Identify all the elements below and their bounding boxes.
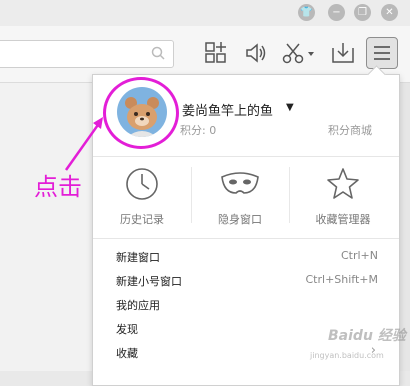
maximize-button[interactable]: ❐	[354, 4, 371, 21]
incognito-label: 隐身窗口	[218, 213, 262, 226]
menu-item-label: 新建小号窗口	[116, 275, 182, 288]
divider	[191, 167, 192, 223]
account-caret-icon[interactable]: ▼	[286, 102, 294, 113]
mask-icon	[221, 172, 259, 194]
points-label: 积分: 0	[180, 124, 217, 137]
download-icon[interactable]	[330, 40, 356, 66]
divider	[93, 238, 399, 239]
search-icon[interactable]	[151, 46, 165, 60]
menu-item-label: 新建窗口	[116, 251, 160, 264]
bookmark-manager-label: 收藏管理器	[315, 213, 371, 226]
watermark-url: jingyan.baidu.com	[310, 351, 384, 360]
annotation-label: 点击	[34, 173, 82, 201]
menu-item-label: 收藏	[116, 347, 138, 360]
speaker-icon[interactable]	[243, 40, 269, 66]
incognito-button[interactable]: 隐身窗口	[195, 167, 285, 227]
bookmark-manager-button[interactable]: 收藏管理器	[291, 167, 395, 227]
hamburger-icon	[374, 46, 390, 60]
history-button[interactable]: 历史记录	[97, 167, 187, 227]
menu-item-new-window[interactable]: 新建窗口 Ctrl+N	[116, 249, 378, 267]
close-button[interactable]: ✕	[381, 4, 398, 21]
main-menu-button[interactable]	[366, 37, 398, 69]
avatar-highlight-ring	[103, 77, 179, 149]
baidu-watermark: Baidu 经验 jingyan.baidu.com	[300, 325, 410, 371]
clock-icon	[126, 168, 158, 200]
menu-item-shortcut: Ctrl+N	[340, 249, 378, 262]
divider	[93, 156, 399, 157]
menu-item-new-alt-account-window[interactable]: 新建小号窗口 Ctrl+Shift+M	[116, 273, 378, 291]
star-icon	[327, 168, 359, 199]
history-label: 历史记录	[120, 213, 164, 226]
menu-item-label: 发现	[116, 323, 138, 336]
menu-item-label: 我的应用	[116, 299, 160, 312]
minimize-button[interactable]: −	[328, 4, 345, 21]
apps-grid-icon[interactable]	[203, 40, 229, 66]
watermark-name: Baidu 经验	[328, 328, 406, 344]
scissors-icon[interactable]	[281, 40, 317, 66]
annotation-arrow	[64, 117, 103, 171]
divider	[289, 167, 290, 223]
points-mall-link[interactable]: 积分商城	[328, 122, 372, 138]
skin-icon[interactable]: 👕	[298, 4, 315, 21]
address-bar[interactable]	[0, 40, 174, 68]
menu-item-shortcut: Ctrl+Shift+M	[305, 273, 379, 286]
menu-item-my-apps[interactable]: 我的应用	[116, 297, 378, 315]
username[interactable]: 姜尚鱼竿上的鱼	[182, 100, 273, 119]
title-bar: 👕 − ❐ ✕	[0, 0, 410, 26]
